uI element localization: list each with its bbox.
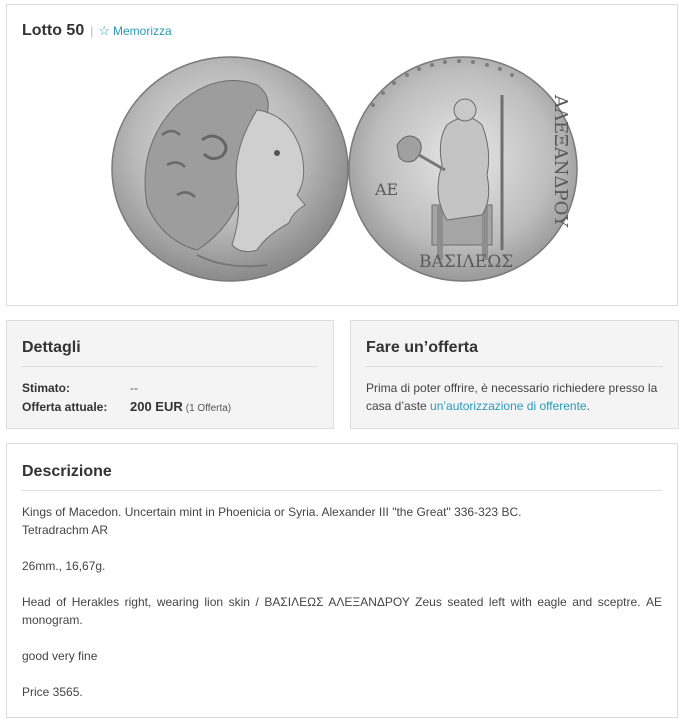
- details-panel: Dettagli Stimato: -- Offerta attuale: 20…: [6, 320, 334, 429]
- description-size-weight: 26mm., 16,67g.: [22, 559, 106, 573]
- reverse-monogram: ΑΕ: [374, 180, 398, 199]
- description-reference: Price 3565.: [22, 685, 83, 699]
- description-panel: Descrizione Kings of Macedon. Uncertain …: [6, 443, 678, 718]
- estimate-row: Stimato: --: [22, 381, 138, 395]
- description-line2: Tetradrachm AR: [22, 523, 109, 537]
- description-grade: good very fine: [22, 649, 98, 663]
- current-offer-row: Offerta attuale: 200 EUR (1 Offerta): [22, 399, 231, 414]
- current-offer-value: 200 EUR: [130, 399, 183, 414]
- description-title: Descrizione: [22, 463, 662, 491]
- coin-reverse-image: ΑΛΕΞΑΝΔΡΟΥ ΒΑΣΙΛΕΩΣ ΑΕ: [348, 56, 578, 282]
- description-detail: Head of Herakles right, wearing lion ski…: [22, 595, 662, 627]
- offer-count: (1 Offerta): [185, 403, 232, 414]
- coin-obverse-image: [111, 56, 349, 282]
- lot-header: Lotto 50 | ☆ Memorizza: [22, 22, 172, 40]
- description-heading-block: Kings of Macedon. Uncertain mint in Phoe…: [22, 503, 662, 539]
- reverse-legend-bottom: ΒΑΣΙΛΕΩΣ: [419, 252, 513, 272]
- make-offer-text: Prima di poter offrire, è necessario ric…: [366, 379, 658, 415]
- separator: |: [90, 24, 94, 38]
- save-lot-link[interactable]: Memorizza: [113, 24, 172, 38]
- reverse-legend-right: ΑΛΕΞΑΝΔΡΟΥ: [550, 94, 571, 228]
- make-offer-title: Fare un’offerta: [366, 339, 663, 367]
- lot-title: Lotto 50: [22, 22, 85, 39]
- coin-images[interactable]: ΑΛΕΞΑΝΔΡΟΥ ΒΑΣΙΛΕΩΣ ΑΕ: [107, 55, 585, 285]
- make-offer-text-after: .: [586, 399, 590, 413]
- bidder-authorization-link[interactable]: un’autorizzazione di offerente: [430, 399, 587, 413]
- make-offer-panel: Fare un’offerta Prima di poter offrire, …: [350, 320, 679, 429]
- current-offer-label: Offerta attuale:: [22, 400, 108, 414]
- details-title: Dettagli: [22, 339, 318, 367]
- star-icon[interactable]: ☆: [98, 23, 110, 39]
- estimate-value: --: [130, 381, 138, 395]
- estimate-label: Stimato:: [22, 381, 70, 395]
- description-line1: Kings of Macedon. Uncertain mint in Phoe…: [22, 505, 522, 519]
- description-body: Kings of Macedon. Uncertain mint in Phoe…: [22, 503, 662, 719]
- lot-panel: Lotto 50 | ☆ Memorizza ΑΛΕΞΑΝΔΡΟΥ ΒΑΣΙΛΕ…: [6, 4, 678, 306]
